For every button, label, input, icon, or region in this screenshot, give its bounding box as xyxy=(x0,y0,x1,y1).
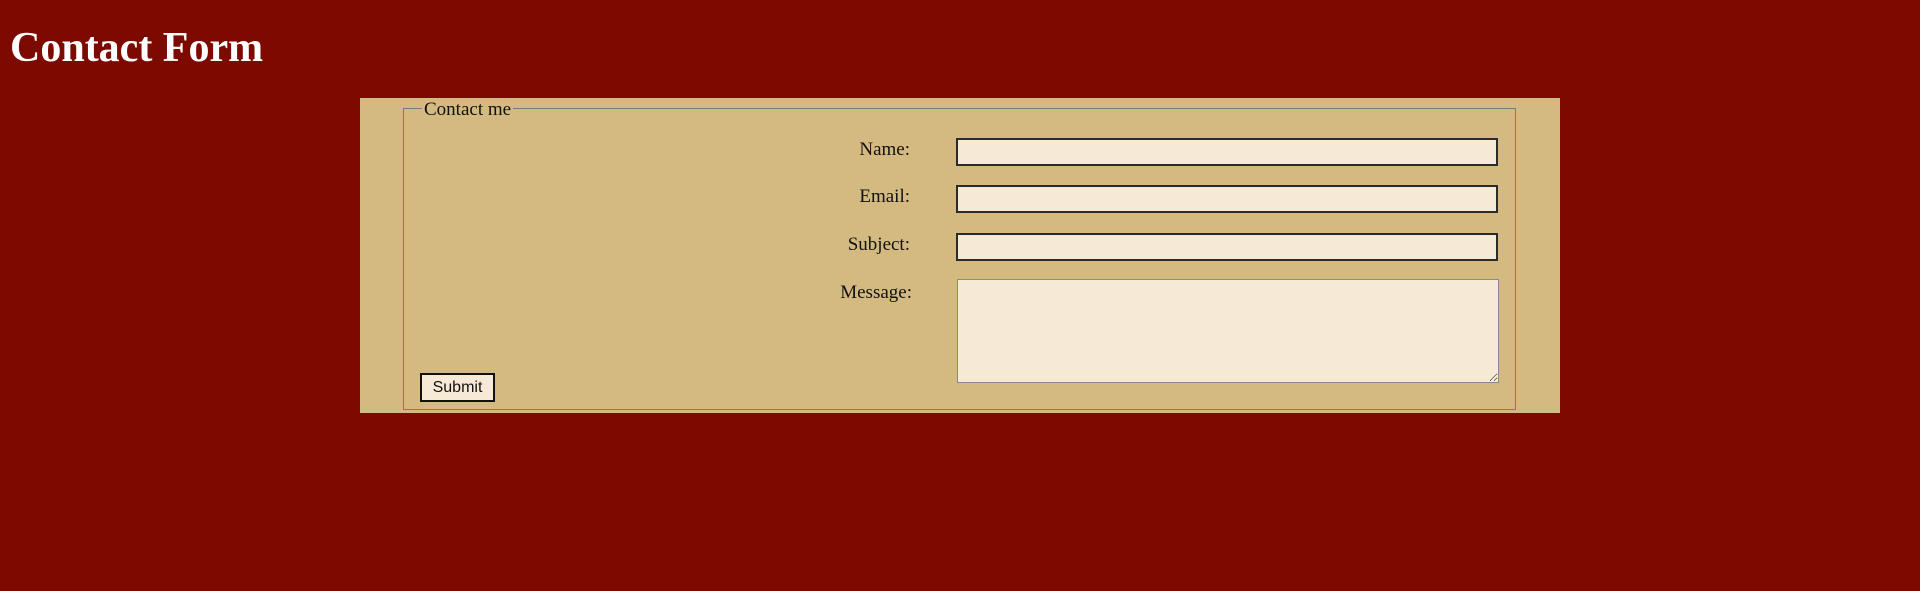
contact-fieldset: Contact me Name: Email: Subject: Message… xyxy=(403,100,1516,410)
subject-label: Subject: xyxy=(847,234,910,255)
name-label: Name: xyxy=(859,139,910,160)
contact-panel: Contact me Name: Email: Subject: Message… xyxy=(360,98,1560,413)
message-label: Message: xyxy=(840,282,912,303)
page-title: Contact Form xyxy=(10,25,264,71)
submit-button[interactable]: Submit xyxy=(420,373,495,402)
name-input[interactable] xyxy=(956,138,1498,166)
subject-input[interactable] xyxy=(956,233,1498,261)
email-label: Email: xyxy=(859,186,910,207)
message-textarea[interactable] xyxy=(957,279,1499,383)
email-input[interactable] xyxy=(956,185,1498,213)
fieldset-legend: Contact me xyxy=(422,99,514,120)
